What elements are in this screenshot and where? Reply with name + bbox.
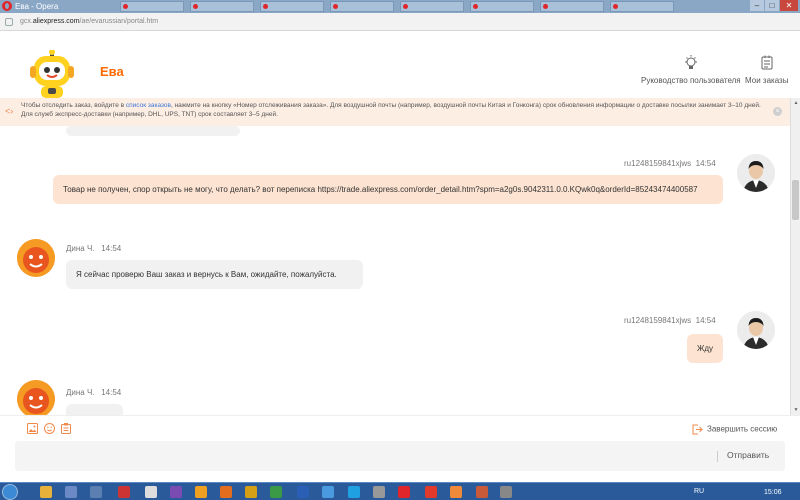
message-meta: ru1248159841xjws 14:54 bbox=[624, 159, 716, 169]
opera-logo-icon[interactable] bbox=[2, 1, 12, 11]
code-brackets-icon: <› bbox=[5, 106, 14, 116]
message-time: 14:54 bbox=[101, 388, 122, 397]
taskbar-app-icon[interactable] bbox=[476, 486, 488, 498]
user-guide-label: Руководство пользователя bbox=[641, 76, 741, 85]
message-meta: Дина Ч. 14:54 bbox=[66, 388, 121, 398]
user-avatar bbox=[737, 311, 775, 349]
taskbar-app-icon[interactable] bbox=[65, 486, 77, 498]
agent-avatar-icon bbox=[17, 239, 55, 277]
file-explorer-icon[interactable] bbox=[40, 486, 52, 498]
maximize-button[interactable]: □ bbox=[765, 0, 779, 11]
exit-icon bbox=[692, 424, 703, 435]
window-controls: – □ ✕ bbox=[749, 0, 798, 11]
word-icon[interactable] bbox=[297, 486, 309, 498]
address-bar[interactable]: gcx.aliexpress.com/ae/evarussian/portal.… bbox=[0, 13, 800, 31]
scrollbar-thumb[interactable] bbox=[792, 180, 799, 220]
window-title: Ева - Opera bbox=[15, 2, 59, 11]
page-icon bbox=[5, 18, 13, 26]
scroll-down-arrow-icon[interactable]: ▼ bbox=[792, 406, 800, 414]
taskbar-app-icon[interactable] bbox=[270, 486, 282, 498]
chat-header: Ева Руководство пользователя Мои заказы bbox=[0, 31, 800, 98]
my-orders-label: Мои заказы bbox=[745, 76, 789, 85]
yandex-browser-icon[interactable] bbox=[425, 486, 437, 498]
taskbar-app-icon[interactable] bbox=[90, 486, 102, 498]
close-notice-icon[interactable]: × bbox=[773, 107, 782, 116]
keyboard-language[interactable]: RU bbox=[694, 487, 704, 496]
browser-titlebar: Ева - Opera – □ ✕ bbox=[0, 0, 800, 13]
composer-toolbar: Завершить сессию bbox=[0, 415, 800, 441]
user-message-bubble: Товар не получен, спор открыть не могу, … bbox=[53, 175, 723, 204]
skype-icon[interactable] bbox=[348, 486, 360, 498]
user-message-bubble: Жду bbox=[687, 334, 723, 363]
emoji-icon[interactable] bbox=[44, 423, 55, 434]
taskbar-app-icon[interactable] bbox=[322, 486, 334, 498]
message-time: 14:54 bbox=[101, 244, 122, 253]
my-orders-link[interactable]: Мои заказы bbox=[745, 55, 788, 85]
message-input[interactable]: Отправить bbox=[15, 441, 785, 471]
lightbulb-icon bbox=[684, 55, 697, 69]
browser-tab[interactable] bbox=[120, 1, 184, 12]
user-avatar bbox=[737, 154, 775, 192]
taskbar-app-icon[interactable] bbox=[373, 486, 385, 498]
user-guide-link[interactable]: Руководство пользователя bbox=[641, 55, 741, 85]
agent-name: Ева bbox=[100, 64, 124, 79]
taskbar-app-icon[interactable] bbox=[500, 486, 512, 498]
agent-avatar bbox=[17, 380, 55, 415]
taskbar-app-icon[interactable] bbox=[195, 486, 207, 498]
order-list-link[interactable]: список заказов bbox=[126, 102, 171, 109]
browser-tab[interactable] bbox=[470, 1, 534, 12]
minimize-button[interactable]: – bbox=[750, 0, 764, 11]
browser-tab[interactable] bbox=[260, 1, 324, 12]
send-button[interactable]: Отправить bbox=[727, 449, 769, 461]
chat-scrollbar[interactable]: ▲ ▼ bbox=[790, 98, 800, 415]
pdf-reader-icon[interactable] bbox=[118, 486, 130, 498]
browser-tab[interactable] bbox=[190, 1, 254, 12]
user-avatar-icon bbox=[737, 154, 775, 192]
eva-bot-avatar-icon bbox=[30, 50, 74, 98]
end-session-button[interactable]: Завершить сессию bbox=[692, 424, 777, 435]
order-clipboard-icon[interactable] bbox=[61, 423, 71, 434]
close-window-button[interactable]: ✕ bbox=[780, 0, 798, 11]
image-upload-icon[interactable] bbox=[27, 423, 38, 434]
message-time: 14:54 bbox=[695, 159, 716, 168]
send-separator bbox=[717, 451, 718, 462]
notepad-icon[interactable] bbox=[145, 486, 157, 498]
message-sender: Дина Ч. bbox=[66, 388, 95, 397]
tracking-notice-banner: <› Чтобы отследить заказ, войдите в спис… bbox=[0, 98, 800, 126]
url-text[interactable]: gcx.aliexpress.com/ae/evarussian/portal.… bbox=[20, 17, 158, 27]
taskbar-app-icon[interactable] bbox=[220, 486, 232, 498]
user-avatar-icon bbox=[737, 311, 775, 349]
taskbar-app-icon[interactable] bbox=[170, 486, 182, 498]
previous-message-bubble bbox=[66, 126, 240, 136]
browser-tabs bbox=[120, 1, 680, 12]
agent-message-bubble bbox=[66, 404, 123, 415]
orders-list-icon bbox=[761, 55, 773, 70]
browser-tab[interactable] bbox=[330, 1, 394, 12]
message-time: 14:54 bbox=[695, 316, 716, 325]
taskbar-app-icon[interactable] bbox=[450, 486, 462, 498]
browser-tab[interactable] bbox=[540, 1, 604, 12]
opera-taskbar-icon[interactable] bbox=[398, 486, 410, 498]
windows-taskbar: RU 15:06 bbox=[0, 482, 800, 500]
scroll-up-arrow-icon[interactable]: ▲ bbox=[792, 99, 800, 107]
message-meta: Дина Ч. 14:54 bbox=[66, 244, 121, 254]
agent-avatar bbox=[17, 239, 55, 277]
start-button[interactable] bbox=[2, 484, 18, 500]
browser-tab[interactable] bbox=[610, 1, 674, 12]
chat-messages[interactable]: ru1248159841xjws 14:54 Товар не получен,… bbox=[0, 126, 790, 415]
end-session-label: Завершить сессию bbox=[707, 424, 778, 434]
message-sender: ru1248159841xjws bbox=[624, 159, 692, 168]
message-sender: ru1248159841xjws bbox=[624, 316, 692, 325]
taskbar-app-icon[interactable] bbox=[245, 486, 257, 498]
page-bottom bbox=[0, 471, 800, 482]
agent-avatar-icon bbox=[17, 380, 55, 415]
agent-message-bubble: Я сейчас проверю Ваш заказ и вернусь к В… bbox=[66, 260, 363, 289]
browser-tab[interactable] bbox=[400, 1, 464, 12]
message-sender: Дина Ч. bbox=[66, 244, 95, 253]
clock[interactable]: 15:06 bbox=[764, 488, 782, 497]
message-meta: ru1248159841xjws 14:54 bbox=[624, 316, 716, 326]
